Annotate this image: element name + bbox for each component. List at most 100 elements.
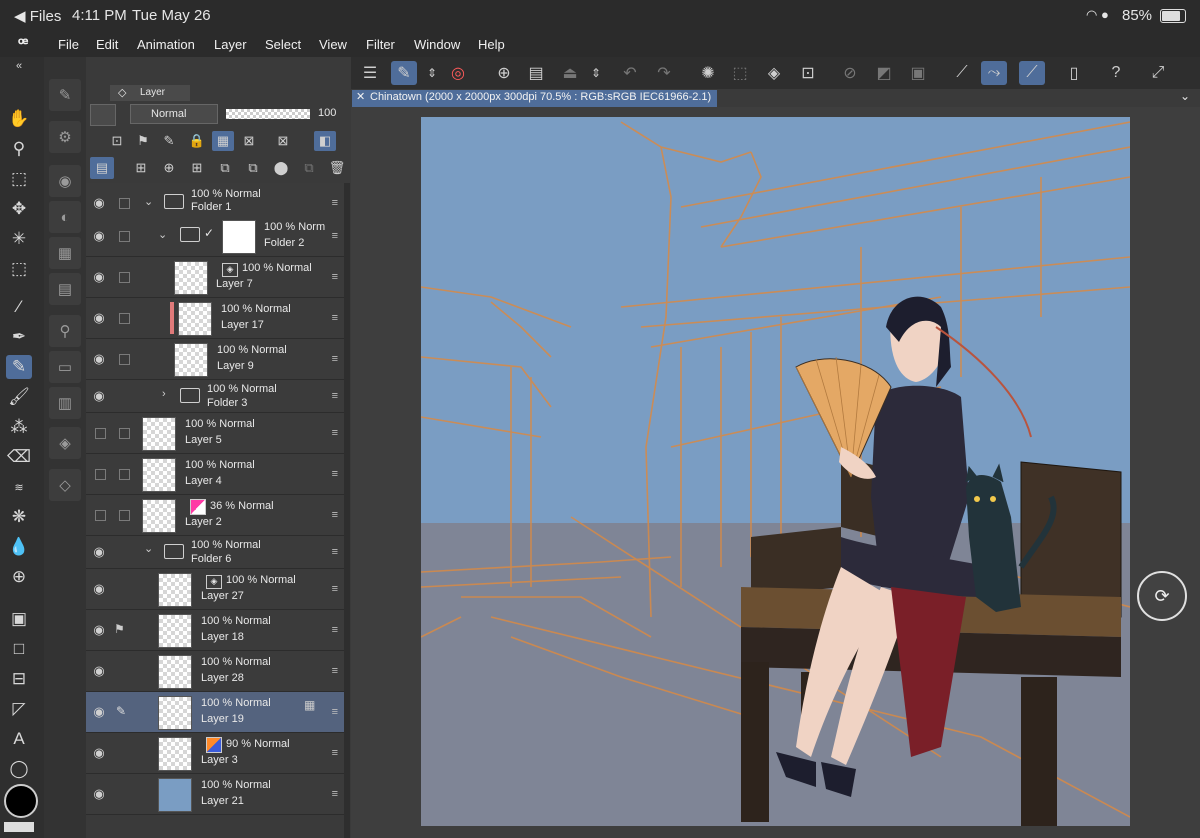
new-file-icon[interactable]: ⊕ [491,61,517,85]
canvas-area[interactable]: ⟳ [351,107,1200,838]
drag-handle-icon[interactable]: ≡ [332,583,338,595]
layer-row-folder-6[interactable]: ◉ ⌄ 100 % Normal Folder 6 ≡ [86,536,344,569]
snap-special-ruler-icon[interactable]: ⤳ [981,61,1007,85]
rectangle-tool-icon[interactable]: □ [6,637,32,661]
visibility-eye-icon[interactable]: ◉ [91,622,107,638]
drag-handle-icon[interactable]: ≡ [332,624,338,636]
menu-select[interactable]: Select [265,37,301,52]
hand-tool-icon[interactable]: ✋ [6,107,32,131]
transparent-color-swatch[interactable] [4,822,34,832]
blend-tool-icon[interactable]: ≋ [6,475,32,499]
combine-down-icon[interactable]: ⧉ [242,158,264,178]
new-vector-layer-icon[interactable]: ⊕ [158,158,180,178]
move-tool-icon[interactable]: ✥ [6,197,32,221]
layer-row-layer-28[interactable]: ◉ 100 % Normal Layer 28 ≡ [86,651,344,692]
help-icon[interactable]: ? [1103,61,1129,85]
visibility-checkbox[interactable] [95,428,106,439]
mode-switch-icon[interactable]: ⇕ [419,61,445,85]
transfer-down-icon[interactable]: ⧉ [214,158,236,178]
auto-select-tool-icon[interactable]: ✳ [6,227,32,251]
layer-row-layer-5[interactable]: 100 % Normal Layer 5 ≡ [86,413,344,454]
sub-tool-navigator-icon[interactable]: ◉ [49,165,81,197]
layer-row-layer-27[interactable]: ◉ ◈ 100 % Normal Layer 27 ≡ [86,569,344,610]
loading-icon[interactable]: ✺ [695,61,721,85]
drag-handle-icon[interactable]: ≡ [332,312,338,324]
layer-list-toggle-icon[interactable]: ▤ [90,157,114,179]
layer-row-layer-2[interactable]: 36 % Normal Layer 2 ≡ [86,495,344,536]
edge-keyboard-toggle-icon[interactable]: ⟳ [1137,571,1187,621]
eraser-tool-icon[interactable]: ⌫ [6,445,32,469]
layer-select-checkbox[interactable] [119,354,130,365]
drag-handle-icon[interactable]: ≡ [332,546,338,558]
drag-handle-icon[interactable]: ≡ [332,427,338,439]
ruler-display-icon[interactable]: ⊠ [272,131,294,151]
layer-row-folder-2[interactable]: ◉ ⌄ ✓ 100 % Norm Folder 2 ≡ [86,216,344,257]
artwork-canvas[interactable] [421,117,1130,826]
expand-chevron-icon[interactable]: › [162,388,166,400]
fill-icon[interactable]: ◈ [761,61,787,85]
drag-handle-icon[interactable]: ≡ [332,747,338,759]
drag-handle-icon[interactable]: ≡ [332,509,338,521]
app-home-icon[interactable]: ◎ [445,61,471,85]
lock-transparency-icon[interactable]: ▦ [212,131,234,151]
apply-mask-icon[interactable]: ⧉ [298,158,320,178]
visibility-checkbox[interactable] [95,469,106,480]
clip-layer-icon[interactable]: ⊡ [106,131,128,151]
visibility-eye-icon[interactable]: ◉ [91,581,107,597]
object-tool-icon[interactable]: ⬚ [6,167,32,191]
collapse-chevron-icon[interactable]: ⌄ [144,542,153,555]
mask-enable-icon[interactable]: ⊠ [238,131,260,151]
sub-tool-film-icon[interactable]: ▤ [49,273,81,305]
layer-row-layer-18[interactable]: ◉ ⚑ 100 % Normal Layer 18 ≡ [86,610,344,651]
visibility-eye-icon[interactable]: ◉ [91,310,107,326]
document-tab[interactable]: ✕ Chinatown (2000 x 2000px 300dpi 70.5% … [352,90,718,107]
snap-ruler-icon[interactable]: ⟋ [949,61,975,85]
visibility-eye-icon[interactable]: ◉ [91,704,107,720]
balloon-tool-icon[interactable]: ◯ [6,757,32,781]
edit-mode-icon[interactable]: ✎ [391,61,417,85]
sub-tool-search-icon[interactable]: ⚲ [49,315,81,347]
visibility-eye-icon[interactable]: ◉ [91,786,107,802]
app-logo-icon[interactable]: ꟹ [18,34,28,54]
visibility-eye-icon[interactable]: ◉ [91,663,107,679]
crop-icon[interactable]: ⊡ [795,61,821,85]
reference-layer-icon[interactable]: ⚑ [132,131,154,151]
pen-tool-icon[interactable]: ✒ [6,325,32,349]
airbrush-tool-icon[interactable]: ⁂ [6,415,32,439]
visibility-eye-icon[interactable]: ◉ [91,351,107,367]
collapse-chevron-icon[interactable]: ⌄ [144,195,153,208]
drag-handle-icon[interactable]: ≡ [332,230,338,242]
menu-hamburger-icon[interactable]: ☰ [357,61,383,85]
smartphone-icon[interactable]: ▯ [1061,61,1087,85]
collapse-chevron-icon[interactable]: ⌄ [158,228,167,241]
drag-handle-icon[interactable]: ≡ [332,197,338,209]
layer-select-checkbox[interactable] [119,469,130,480]
layer-row-layer-4[interactable]: 100 % Normal Layer 4 ≡ [86,454,344,495]
undo-icon[interactable]: ↶ [617,61,643,85]
decoration-tool-icon[interactable]: ❋ [6,505,32,529]
new-raster-layer-icon[interactable]: ⊞ [130,158,152,178]
draft-layer-icon[interactable]: ✎ [158,131,180,151]
collapse-toolbar-icon[interactable]: « [6,59,32,73]
drag-handle-icon[interactable]: ≡ [332,468,338,480]
menu-edit[interactable]: Edit [96,37,118,52]
layer-select-checkbox[interactable] [119,510,130,521]
sub-tool-swatch-icon[interactable]: ▦ [49,237,81,269]
delete-layer-icon[interactable]: 🗑 [326,158,348,178]
create-mask-icon[interactable]: ⬤ [270,158,292,178]
sub-tool-pencil-icon[interactable]: ✎ [49,79,81,111]
open-file-icon[interactable]: ▤ [523,61,549,85]
new-folder-icon[interactable]: ⊞ [186,158,208,178]
text-tool-icon[interactable]: A [6,727,32,751]
layer-select-checkbox[interactable] [119,428,130,439]
deselect-icon[interactable]: ⊘ [837,61,863,85]
layer-row-layer-3[interactable]: ◉ 90 % Normal Layer 3 ≡ [86,733,344,774]
visibility-eye-icon[interactable]: ◉ [91,269,107,285]
layer-select-checkbox[interactable] [119,231,130,242]
drag-handle-icon[interactable]: ≡ [332,706,338,718]
menu-layer[interactable]: Layer [214,37,247,52]
layer-select-checkbox[interactable] [119,272,130,283]
menu-window[interactable]: Window [414,37,460,52]
tab-dropdown-icon[interactable]: ⌄ [1180,89,1190,103]
drag-handle-icon[interactable]: ≡ [332,665,338,677]
